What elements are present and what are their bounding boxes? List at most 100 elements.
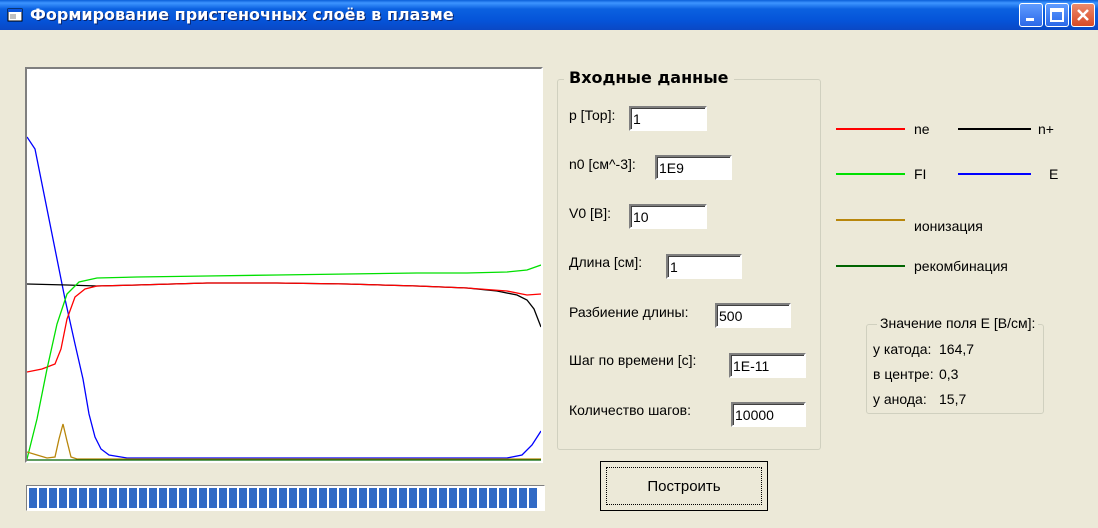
progress-segment xyxy=(159,488,167,508)
progress-segment xyxy=(89,488,97,508)
legend-E-label: E xyxy=(1049,166,1059,182)
progress-segment xyxy=(149,488,157,508)
progress-segment xyxy=(519,488,527,508)
field-center-label: в центре: xyxy=(873,366,934,382)
legend-recombination-label: рекомбинация xyxy=(914,258,1008,274)
main-window: Формирование пристеночных слоёв в плазме xyxy=(0,0,1098,528)
progress-segment xyxy=(469,488,477,508)
progress-segment xyxy=(479,488,487,508)
progress-segment xyxy=(259,488,267,508)
field-cathode-label: у катода: xyxy=(873,341,932,357)
progress-segment xyxy=(129,488,137,508)
progress-segment xyxy=(509,488,517,508)
field-anode-label: у анода: xyxy=(873,391,927,407)
progress-segment xyxy=(429,488,437,508)
progress-segment xyxy=(489,488,497,508)
progress-segment xyxy=(389,488,397,508)
legend-ionization-line xyxy=(836,219,905,221)
progress-segment xyxy=(99,488,107,508)
progress-segment xyxy=(329,488,337,508)
progress-segment xyxy=(399,488,407,508)
partition-label: Разбиение длины: xyxy=(569,304,689,320)
progress-segment xyxy=(209,488,217,508)
legend-nplus-label: n+ xyxy=(1038,121,1054,137)
series-FI-line xyxy=(27,264,541,460)
legend-recombination-line xyxy=(836,265,905,267)
maximize-button[interactable] xyxy=(1045,3,1069,27)
input-group-title: Входные данные xyxy=(564,68,734,87)
progress-segment xyxy=(219,488,227,508)
legend-FI-line xyxy=(836,173,905,175)
progress-segment xyxy=(169,488,177,508)
legend-FI-label: FI xyxy=(914,166,927,182)
legend-ionization-label: ионизация xyxy=(914,218,983,234)
progress-segment xyxy=(289,488,297,508)
progress-bar xyxy=(26,485,545,511)
v0-input[interactable]: 10 xyxy=(629,204,707,229)
progress-segment xyxy=(79,488,87,508)
progress-segment xyxy=(269,488,277,508)
progress-segment xyxy=(459,488,467,508)
progress-segment xyxy=(29,488,37,508)
build-button-label: Построить xyxy=(647,477,721,495)
progress-segment xyxy=(419,488,427,508)
progress-segment xyxy=(179,488,187,508)
window-title: Формирование пристеночных слоёв в плазме xyxy=(30,5,454,24)
steps-label: Количество шагов: xyxy=(569,402,692,418)
timestep-label: Шаг по времени [с]: xyxy=(569,352,697,368)
close-icon xyxy=(1077,9,1089,21)
title-bar[interactable]: Формирование пристеночных слоёв в плазме xyxy=(0,0,1098,30)
close-button[interactable] xyxy=(1071,3,1095,27)
app-icon xyxy=(7,8,23,22)
pressure-input[interactable]: 1 xyxy=(629,106,707,131)
progress-segment xyxy=(529,488,537,508)
progress-segment xyxy=(249,488,257,508)
progress-segment xyxy=(239,488,247,508)
minimize-button[interactable] xyxy=(1019,3,1043,27)
steps-input[interactable]: 10000 xyxy=(731,402,806,427)
series-nplus-line xyxy=(27,282,541,328)
v0-label: V0 [В]: xyxy=(569,205,612,221)
progress-segment xyxy=(139,488,147,508)
progress-segment xyxy=(279,488,287,508)
progress-segment xyxy=(349,488,357,508)
n0-label: n0 [см^-3]: xyxy=(569,156,636,172)
progress-segment xyxy=(109,488,117,508)
length-input[interactable]: 1 xyxy=(666,254,742,279)
progress-segment xyxy=(449,488,457,508)
legend-nplus-line xyxy=(958,128,1031,130)
legend-E-line xyxy=(958,173,1031,175)
series-E-line xyxy=(27,136,541,459)
plot-canvas xyxy=(27,136,541,461)
progress-segment xyxy=(119,488,127,508)
series-ionization-line xyxy=(27,423,541,460)
minimize-icon xyxy=(1026,18,1034,21)
partition-input[interactable]: 500 xyxy=(715,303,791,328)
progress-segment xyxy=(359,488,367,508)
progress-segment xyxy=(69,488,77,508)
n0-input[interactable]: 1E9 xyxy=(655,155,732,180)
progress-fill xyxy=(29,488,544,508)
progress-segment xyxy=(499,488,507,508)
plot-area xyxy=(25,67,543,463)
progress-segment xyxy=(49,488,57,508)
maximize-icon xyxy=(1050,8,1064,22)
progress-segment xyxy=(299,488,307,508)
field-center-value: 0,3 xyxy=(939,366,959,382)
progress-segment xyxy=(339,488,347,508)
progress-segment xyxy=(319,488,327,508)
progress-segment xyxy=(229,488,237,508)
length-label: Длина [см]: xyxy=(569,254,643,270)
timestep-input[interactable]: 1E-11 xyxy=(729,353,806,378)
progress-segment xyxy=(369,488,377,508)
progress-segment xyxy=(439,488,447,508)
field-cathode-value: 164,7 xyxy=(939,341,975,357)
pressure-label: p [Тор]: xyxy=(569,107,616,123)
progress-segment xyxy=(189,488,197,508)
legend-ne-label: ne xyxy=(914,121,930,137)
build-button[interactable]: Построить xyxy=(600,461,768,511)
progress-segment xyxy=(379,488,387,508)
progress-segment xyxy=(309,488,317,508)
legend-ne-line xyxy=(836,128,905,130)
series-ne-line xyxy=(27,282,541,373)
